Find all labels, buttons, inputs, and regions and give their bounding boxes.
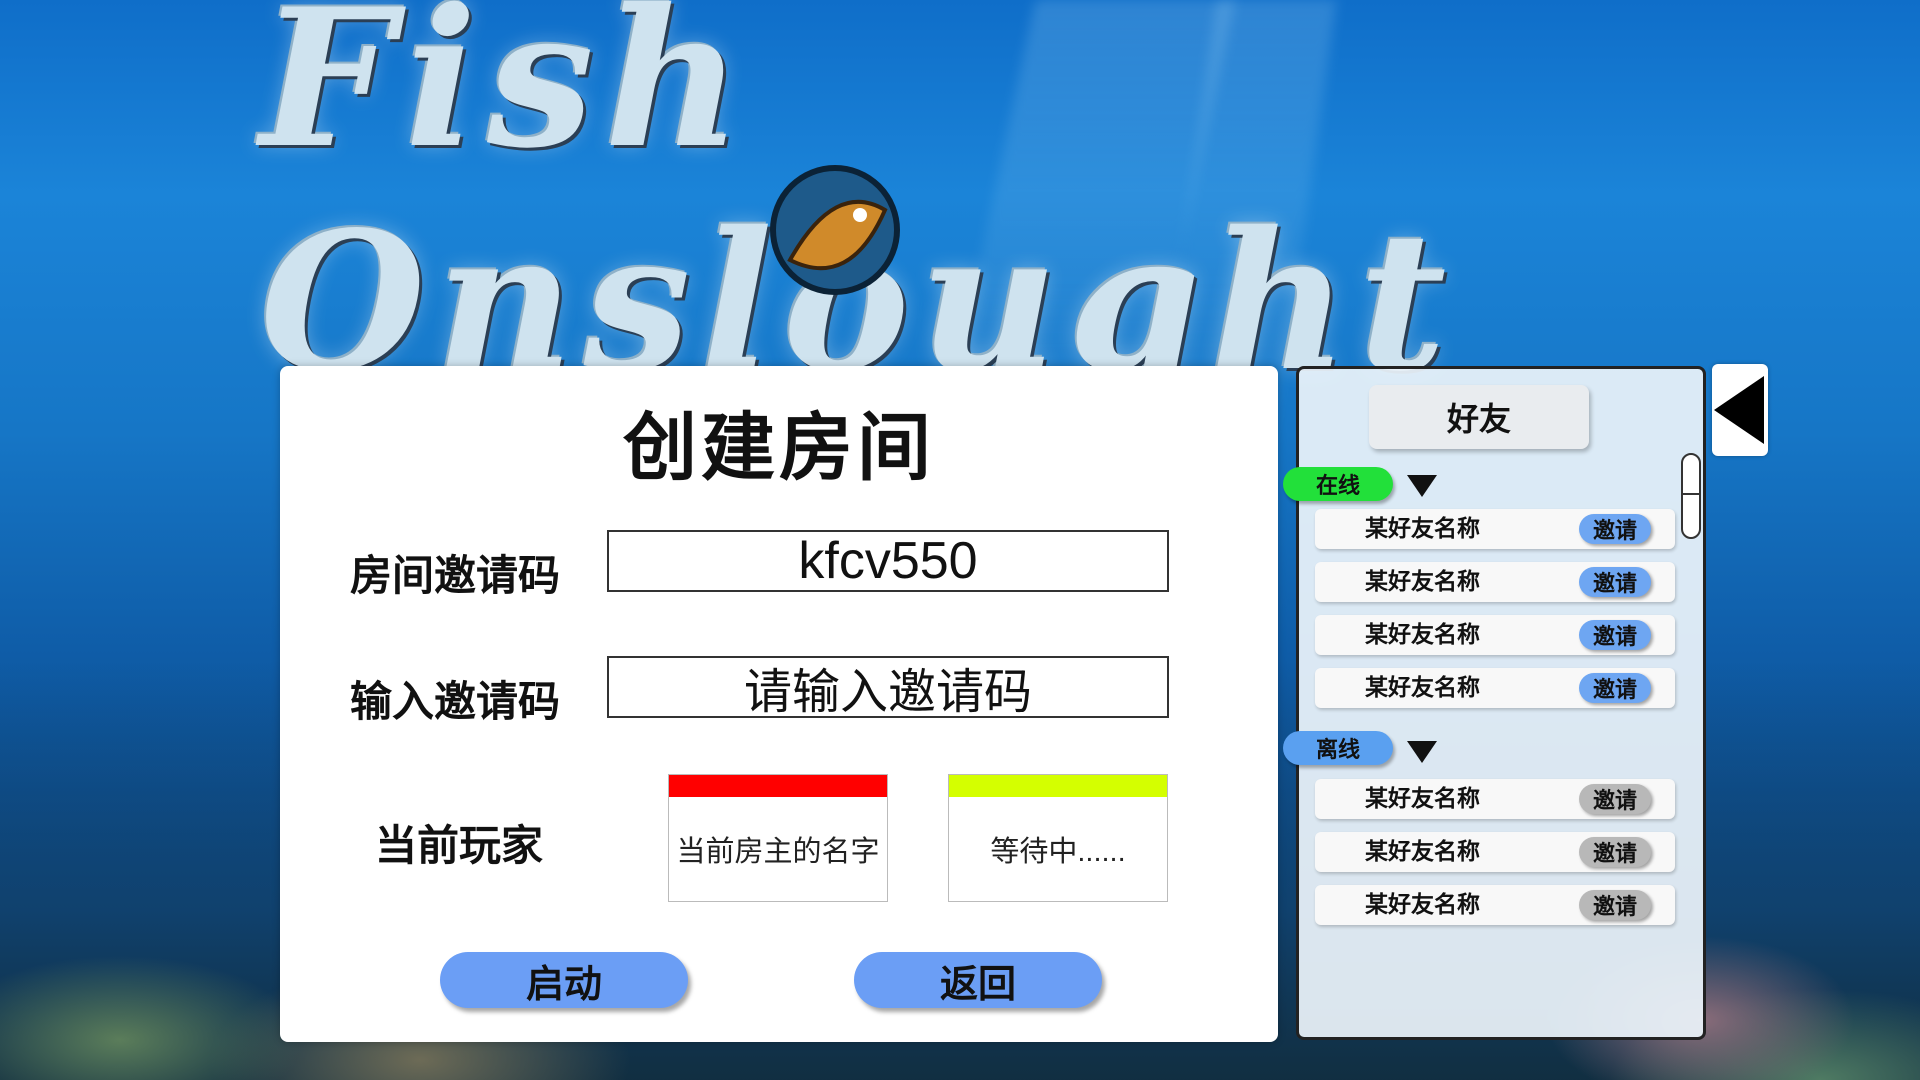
friends-panel: 好友 在线 某好友名称 邀请 某好友名称 邀请 某好友名称 邀请 某好友名称 邀…	[1283, 366, 1706, 1040]
triangle-left-icon	[1714, 376, 1764, 444]
friend-row: 某好友名称 邀请	[1315, 832, 1675, 872]
back-button[interactable]: 返回	[854, 952, 1102, 1008]
invite-button[interactable]: 邀请	[1579, 673, 1651, 703]
invite-button[interactable]: 邀请	[1579, 784, 1651, 814]
game-title: Fish Onslought	[260, 0, 1457, 413]
triangle-down-icon[interactable]	[1407, 475, 1437, 497]
triangle-down-icon[interactable]	[1407, 741, 1437, 763]
invite-button[interactable]: 邀请	[1579, 514, 1651, 544]
friend-row: 某好友名称 邀请	[1315, 668, 1675, 708]
friend-row: 某好友名称 邀请	[1315, 779, 1675, 819]
start-button[interactable]: 启动	[440, 952, 688, 1008]
friend-row: 某好友名称 邀请	[1315, 885, 1675, 925]
current-players-label: 当前玩家	[375, 821, 544, 870]
player-name: 等待中......	[990, 836, 1126, 868]
online-status-pill: 在线	[1283, 467, 1393, 501]
friend-name: 某好友名称	[1365, 892, 1480, 918]
friend-name: 某好友名称	[1365, 569, 1480, 595]
fish-emblem-icon	[770, 165, 900, 295]
room-code-label: 房间邀请码	[350, 551, 561, 600]
player-name: 当前房主的名字	[676, 836, 880, 868]
invite-button[interactable]: 邀请	[1579, 620, 1651, 650]
game-logo: Fish Onslought	[260, 0, 1590, 413]
offline-status-pill: 离线	[1283, 731, 1393, 765]
friend-row: 某好友名称 邀请	[1315, 615, 1675, 655]
friend-name: 某好友名称	[1365, 516, 1480, 542]
friend-name: 某好友名称	[1365, 675, 1480, 701]
friend-name: 某好友名称	[1365, 839, 1480, 865]
friend-name: 某好友名称	[1365, 786, 1480, 812]
friends-scrollbar[interactable]	[1681, 453, 1701, 539]
invite-code-input[interactable]: 请输入邀请码	[607, 656, 1169, 719]
invite-button[interactable]: 邀请	[1579, 837, 1651, 867]
friend-row: 某好友名称 邀请	[1315, 562, 1675, 602]
create-room-panel: 创建房间 房间邀请码 kfcv550 输入邀请码 请输入邀请码 当前玩家 当前房…	[280, 366, 1278, 1042]
collapse-friends-button[interactable]	[1712, 364, 1768, 456]
panel-title: 创建房间	[623, 405, 935, 491]
invite-button[interactable]: 邀请	[1579, 567, 1651, 597]
friend-name: 某好友名称	[1365, 622, 1480, 648]
invite-button[interactable]: 邀请	[1579, 890, 1651, 920]
player-slot-waiting: 等待中......	[948, 774, 1168, 902]
input-code-label: 输入邀请码	[350, 677, 561, 726]
friend-row: 某好友名称 邀请	[1315, 509, 1675, 549]
player-color-bar	[669, 775, 887, 797]
room-code-display[interactable]: kfcv550	[607, 530, 1169, 592]
player-color-bar	[949, 775, 1167, 797]
friends-header: 好友	[1369, 385, 1589, 449]
player-slot-host: 当前房主的名字	[668, 774, 888, 902]
